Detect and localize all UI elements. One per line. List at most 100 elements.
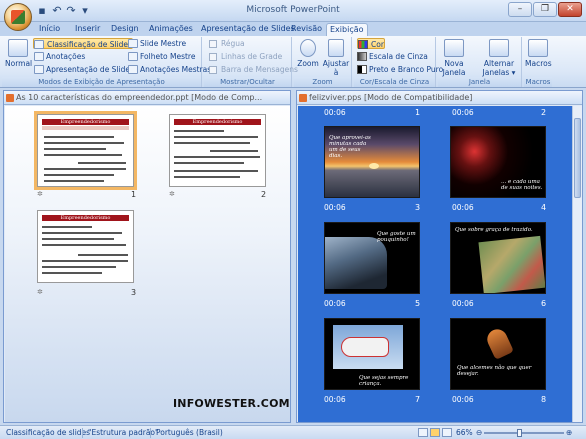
anotacoes-label: Anotações xyxy=(46,52,86,61)
text-line xyxy=(44,136,114,138)
slide-mestre-label: Slide Mestre xyxy=(140,39,187,48)
escala-cinza-button[interactable]: Escala de Cinza xyxy=(357,51,428,62)
vertical-scrollbar[interactable] xyxy=(572,106,582,422)
slide-number: 7 xyxy=(415,395,421,404)
slideshow-view-icon[interactable] xyxy=(442,428,452,437)
macros-label: Macros xyxy=(525,59,552,68)
anotacoes-button[interactable]: Anotações xyxy=(34,51,85,62)
zoom-button[interactable]: Zoom xyxy=(296,39,320,68)
cor-button[interactable]: Cor xyxy=(357,38,385,49)
restore-button[interactable]: ❐ xyxy=(533,2,557,17)
linhas-check xyxy=(209,53,217,61)
alternar-label-2: Janelas ▾ xyxy=(482,68,516,77)
right-window-titlebar[interactable]: felizviver.pps [Modo de Compatibilidade] xyxy=(297,91,582,105)
slide-master-icon xyxy=(128,39,138,48)
text-line xyxy=(42,260,128,262)
slide-caption: Que goste um pouquinho! xyxy=(377,231,416,243)
regua-checkbox[interactable]: Régua xyxy=(209,38,245,49)
preto-branco-button[interactable]: Preto e Branco Puro xyxy=(357,64,443,75)
zoom-slider-knob[interactable] xyxy=(517,429,523,437)
minimize-button[interactable]: – xyxy=(508,2,532,17)
slide-thumbnail[interactable]: Que sejas sempre criança. xyxy=(324,318,420,390)
linhas-grade-checkbox[interactable]: Linhas de Grade xyxy=(209,51,282,62)
slide-caption: Que aprovei-as minutas cada um de seus d… xyxy=(329,135,371,159)
slide-thumbnail[interactable]: Que alcemes não que quer desejar. xyxy=(450,318,546,390)
tab-inicio[interactable]: Início xyxy=(36,23,63,36)
tab-design[interactable]: Design xyxy=(108,23,142,36)
slide-timing: 00:06 xyxy=(324,203,346,212)
slide-number: 8 xyxy=(541,395,547,404)
barra-check xyxy=(209,66,217,74)
classificacao-slides-button[interactable]: Classificação de Slides xyxy=(33,38,133,49)
close-button[interactable]: ✕ xyxy=(558,2,582,17)
tab-revisao[interactable]: Revisão xyxy=(288,23,325,36)
zoom-percent[interactable]: 66% xyxy=(456,426,473,439)
slide-thumbnail[interactable]: Empreendedorismo xyxy=(37,210,134,283)
regua-label: Régua xyxy=(221,39,245,48)
right-document-window[interactable]: felizviver.pps [Modo de Compatibilidade]… xyxy=(296,90,583,423)
zoom-label: Zoom xyxy=(297,59,319,68)
magnifier-icon xyxy=(300,39,316,57)
scrollbar-thumb[interactable] xyxy=(574,118,581,198)
pps-file-icon xyxy=(299,94,307,102)
airplane-shape xyxy=(341,337,389,357)
text-line xyxy=(174,136,258,138)
normal-view-icon[interactable] xyxy=(418,428,428,437)
tab-apresentacao[interactable]: Apresentação de Slides xyxy=(198,23,298,36)
tab-inserir[interactable]: Inserir xyxy=(72,23,103,36)
status-view-mode: Classificação de slides xyxy=(6,428,91,437)
slide-sorter-view-icon[interactable] xyxy=(430,428,440,437)
slide-caption: Que sejas sempre criança. xyxy=(359,375,409,387)
text-line xyxy=(44,180,104,182)
tab-exibicao[interactable]: Exibição xyxy=(326,23,368,36)
text-line xyxy=(210,150,258,152)
text-line xyxy=(174,162,244,164)
slide-timing: 00:06 xyxy=(452,395,474,404)
left-window-titlebar[interactable]: As 10 características do empreendedor.pp… xyxy=(4,91,290,105)
zoom-in-icon[interactable]: ⊕ xyxy=(566,426,572,439)
text-line xyxy=(78,254,128,256)
slide-thumbnail[interactable]: Empreendedorismo xyxy=(169,114,266,187)
alternar-janelas-button[interactable]: Alternar Janelas ▾ xyxy=(480,39,518,77)
sun-shape xyxy=(369,163,379,169)
normal-label: Normal xyxy=(5,59,33,68)
zoom-slider[interactable] xyxy=(484,429,564,437)
slide-mestre-button[interactable]: Slide Mestre xyxy=(128,38,186,49)
slide-caption: ... e cada uma de suas noites. xyxy=(501,179,543,191)
text-line xyxy=(174,142,250,144)
status-bar: Classificação de slides "Estrutura padrã… xyxy=(0,425,586,439)
text-line xyxy=(42,232,122,234)
left-document-window[interactable]: As 10 características do empreendedor.pp… xyxy=(3,90,291,423)
title-bar: ▪ ↶ ↷ ▾ Microsoft PowerPoint – ❐ ✕ xyxy=(0,0,586,31)
office-button[interactable] xyxy=(4,3,32,31)
status-language[interactable]: Português (Brasil) xyxy=(156,426,223,439)
transition-icon: ✲ xyxy=(37,190,43,198)
macros-button[interactable]: Macros xyxy=(525,39,552,68)
group-zoom: Zoom Ajustar à Janela Zoom xyxy=(294,37,352,87)
watermark-text: INFOWESTER.COM xyxy=(173,397,290,410)
group-label-cor: Cor/Escala de Cinza xyxy=(354,77,435,87)
zoom-out-icon[interactable]: ⊖ xyxy=(476,426,482,439)
slide-thumbnail[interactable]: Empreendedorismo xyxy=(34,111,137,190)
slide-thumbnail[interactable]: Que sobre graça de trazido. xyxy=(450,222,546,294)
tab-animacoes[interactable]: Animações xyxy=(146,23,196,36)
folheto-mestre-label: Folheto Mestre xyxy=(140,52,196,61)
slide-number: 1 xyxy=(415,108,421,117)
slide-number: 4 xyxy=(541,203,547,212)
text-line xyxy=(42,238,114,240)
apresentacao-slides-button[interactable]: Apresentação de Slides xyxy=(34,64,134,75)
text-line xyxy=(174,156,260,158)
status-separator xyxy=(82,428,83,438)
normal-button[interactable]: Normal xyxy=(5,39,33,68)
folheto-mestre-button[interactable]: Folheto Mestre xyxy=(128,51,195,62)
slide-thumbnail[interactable]: ... e cada uma de suas noites. xyxy=(450,126,546,198)
slide-thumbnail[interactable]: Que aprovei-as minutas cada um de seus d… xyxy=(324,126,420,198)
barra-mensagens-checkbox[interactable]: Barra de Mensagens xyxy=(209,64,298,75)
macros-icon xyxy=(528,39,548,57)
text-line xyxy=(44,142,124,144)
nova-janela-button[interactable]: Nova Janela xyxy=(440,39,468,77)
group-macros: Macros Macros xyxy=(524,37,552,87)
slide-caption: Que sobre graça de trazido. xyxy=(455,227,533,233)
slide-thumbnail[interactable]: Que goste um pouquinho! xyxy=(324,222,420,294)
anotacoes-mestras-button[interactable]: Anotações Mestras xyxy=(128,64,211,75)
